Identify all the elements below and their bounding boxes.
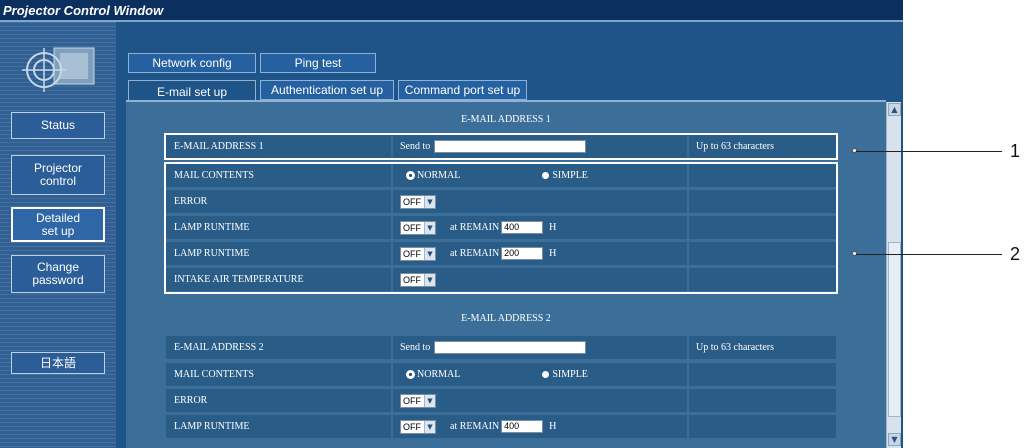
email1-section-title: E-MAIL ADDRESS 1 (461, 114, 551, 125)
status-button[interactable]: Status (11, 112, 105, 139)
email2-lamp1-label: LAMP RUNTIME (174, 421, 250, 432)
email2-mail-contents-label: MAIL CONTENTS (174, 369, 254, 380)
callout-1-line (856, 151, 1002, 152)
email2-mail-contents-row: MAIL CONTENTS NORMAL SIMPLE (166, 363, 836, 386)
email2-error-label: ERROR (174, 395, 208, 406)
callout-2-number: 2 (1010, 244, 1021, 264)
email2-error-select[interactable]: OFF ▼ (400, 393, 436, 408)
projector-control-window: Projector Control Window Status Projecto… (0, 0, 903, 448)
email2-address-row: E-MAIL ADDRESS 2 Send to Up to 63 charac… (166, 336, 836, 359)
sidebar: Status Projector control Detailed set up… (0, 22, 116, 448)
radio-unchecked-icon (542, 371, 550, 378)
callout-1-number: 1 (1010, 141, 1021, 161)
email-setup-content: E-MAIL ADDRESS 1 E-MAIL ADDRESS 1 Send t… (126, 102, 886, 448)
email2-lamp-runtime-row-1: LAMP RUNTIME OFF ▼ at REMAIN 400 H (166, 415, 836, 438)
callout-1-highlight (164, 133, 838, 160)
email2-lamp1-select[interactable]: OFF ▼ (400, 419, 436, 434)
scrollbar-thumb[interactable] (888, 242, 901, 417)
scroll-up-arrow-icon[interactable]: ▲ (888, 103, 901, 116)
japanese-language-button[interactable]: 日本語 (11, 352, 105, 374)
vertical-scrollbar[interactable]: ▲ ▼ (886, 102, 901, 448)
detailed-setup-button[interactable]: Detailed set up (11, 207, 105, 242)
email2-error-row: ERROR OFF ▼ (166, 389, 836, 412)
email2-lamp1-hours-input[interactable]: 400 (501, 420, 544, 433)
email2-section-title: E-MAIL ADDRESS 2 (461, 313, 551, 324)
email2-normal-radio[interactable]: NORMAL (407, 369, 460, 380)
email2-lamp1-unit: H (549, 421, 557, 432)
tab-network-config[interactable]: Network config (128, 53, 256, 73)
email2-simple-radio[interactable]: SIMPLE (542, 369, 588, 380)
tab-authentication-setup[interactable]: Authentication set up (260, 80, 394, 100)
email2-normal-label: NORMAL (417, 369, 461, 380)
email2-simple-label: SIMPLE (552, 369, 588, 380)
email2-lamp1-at-label: at REMAIN (450, 421, 500, 432)
email2-address-label: E-MAIL ADDRESS 2 (174, 342, 264, 353)
email2-address-input[interactable] (434, 341, 587, 354)
crosshair-logo-icon (22, 47, 95, 92)
email2-send-to-label: Send to (400, 342, 431, 353)
tab-bar: Network config Ping test E-mail set up A… (116, 22, 903, 102)
chevron-down-icon: ▼ (424, 394, 435, 407)
callout-2-highlight (164, 162, 838, 294)
main-panel: Network config Ping test E-mail set up A… (116, 22, 903, 448)
tab-command-port-setup[interactable]: Command port set up (398, 80, 527, 100)
scroll-down-arrow-icon[interactable]: ▼ (888, 433, 901, 446)
projector-control-button[interactable]: Projector control (11, 155, 105, 195)
email2-address-hint: Up to 63 characters (696, 342, 775, 353)
change-password-button[interactable]: Change password (11, 255, 105, 293)
chevron-down-icon: ▼ (424, 420, 435, 433)
tab-ping-test[interactable]: Ping test (260, 53, 376, 73)
window-title: Projector Control Window (0, 0, 903, 20)
radio-checked-icon (407, 371, 414, 378)
callout-2-line (856, 254, 1002, 255)
tab-email-setup[interactable]: E-mail set up (128, 80, 256, 102)
